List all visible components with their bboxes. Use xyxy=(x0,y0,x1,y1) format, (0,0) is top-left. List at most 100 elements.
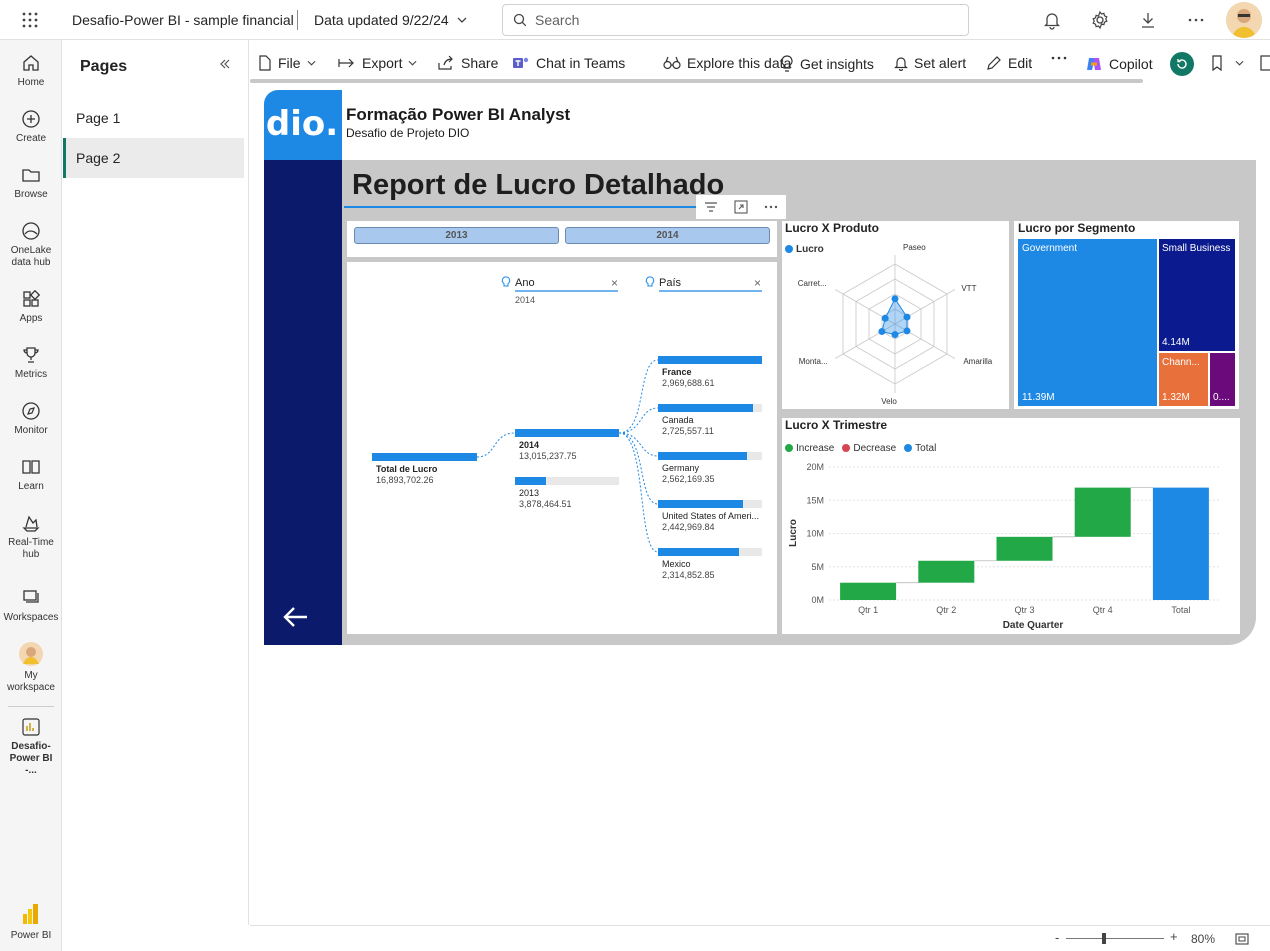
waterfall-bar[interactable] xyxy=(918,560,975,583)
waterfall-bar[interactable] xyxy=(1152,487,1209,600)
page-item-1[interactable]: Page 1 xyxy=(63,98,244,138)
view-toggle-icon[interactable] xyxy=(1260,55,1270,71)
pais-level-header[interactable]: País × xyxy=(645,276,762,292)
nav-learn[interactable]: Learn xyxy=(0,457,62,493)
radar-axis-label: Amarilla xyxy=(963,357,992,366)
waterfall-chart-card[interactable]: Lucro X Trimestre Increase Decrease Tota… xyxy=(782,418,1240,634)
waterfall-x-tick: Qtr 1 xyxy=(858,605,878,615)
ano-close-icon[interactable]: × xyxy=(611,276,618,290)
nav-browse[interactable]: Browse xyxy=(0,165,62,201)
brand-title: Formação Power BI Analyst xyxy=(346,105,571,124)
explore-data-button[interactable]: Explore this data xyxy=(663,55,791,71)
report-title[interactable]: Desafio-Power BI - sample financial xyxy=(72,12,294,28)
visual-more-icon[interactable] xyxy=(764,205,778,209)
country-label-germany: Germany xyxy=(662,463,700,473)
page-item-2[interactable]: Page 2 xyxy=(63,138,244,178)
bookmark-button[interactable] xyxy=(1211,55,1244,71)
settings-gear-icon[interactable] xyxy=(1090,10,1110,30)
nav-powerbi[interactable]: Power BI xyxy=(0,902,62,942)
toolbar-scrollbar[interactable] xyxy=(250,79,1143,83)
waterfall-x-tick: Total xyxy=(1171,605,1190,615)
radar-point[interactable] xyxy=(891,295,899,303)
treemap-card[interactable]: Lucro por Segmento Government 11.39M Sma… xyxy=(1014,221,1239,409)
share-button[interactable]: Share xyxy=(437,55,498,71)
ano-level-header[interactable]: Ano × 2014 xyxy=(501,276,618,305)
notifications-bell-icon[interactable] xyxy=(1042,10,1062,30)
nav-create[interactable]: Create xyxy=(0,109,62,145)
treemap-cell-channel[interactable]: Chann... 1.32M xyxy=(1159,353,1208,406)
radar-point[interactable] xyxy=(878,328,886,336)
chat-in-teams-button[interactable]: Chat in Teams xyxy=(512,55,625,71)
report-main-title: Report de Lucro Detalhado xyxy=(352,169,725,201)
search-input[interactable]: Search xyxy=(502,4,969,36)
set-alert-button[interactable]: Set alert xyxy=(894,55,966,71)
edit-button[interactable]: Edit xyxy=(986,55,1032,71)
get-insights-button[interactable]: Get insights xyxy=(780,55,874,73)
waterfall-bar[interactable] xyxy=(996,536,1053,561)
nav-realtime-hub[interactable]: Real-Time hub xyxy=(0,513,62,561)
waterfall-bar[interactable] xyxy=(840,582,897,600)
collapse-pane-icon[interactable] xyxy=(219,58,231,70)
nav-workspaces[interactable]: Workspaces xyxy=(0,588,62,624)
treemap-cell-government[interactable]: Government 11.39M xyxy=(1018,239,1157,406)
slicer-button-2014[interactable]: 2014 xyxy=(565,227,770,244)
data-updated-label: Data updated 9/22/24 xyxy=(314,12,449,28)
decomp-node-2013[interactable]: 2013 3,878,464.51 xyxy=(515,477,619,509)
decomp-node-germany[interactable]: Germany 2,562,169.35 xyxy=(658,452,762,484)
filter-icon[interactable] xyxy=(704,201,718,213)
refresh-button[interactable] xyxy=(1170,52,1194,76)
decomp-node-root[interactable]: Total de Lucro 16,893,702.26 xyxy=(372,453,477,485)
connector-2014-mexico xyxy=(618,432,659,553)
decomp-node-france[interactable]: France 2,969,688.61 xyxy=(658,356,762,388)
decomp-node-mexico[interactable]: Mexico 2,314,852.85 xyxy=(658,548,762,580)
file-icon xyxy=(259,55,271,71)
zoom-slider-thumb[interactable] xyxy=(1102,933,1106,944)
zoom-in-button[interactable]: + xyxy=(1170,929,1178,944)
zoom-out-button[interactable]: - xyxy=(1055,930,1059,945)
zoom-slider[interactable] xyxy=(1066,933,1164,944)
nav-metrics[interactable]: Metrics xyxy=(0,345,62,381)
focus-mode-icon[interactable] xyxy=(734,200,748,214)
download-icon[interactable] xyxy=(1138,10,1158,30)
radar-point[interactable] xyxy=(903,327,911,335)
nav-monitor[interactable]: Monitor xyxy=(0,401,62,437)
more-options-icon[interactable] xyxy=(1186,10,1206,30)
toolbar-more-button[interactable] xyxy=(1051,55,1067,61)
nav-home[interactable]: Home xyxy=(0,53,62,89)
radar-point[interactable] xyxy=(903,313,911,321)
nav-create-label: Create xyxy=(15,133,46,144)
back-arrow-icon[interactable] xyxy=(281,602,311,632)
decomp-node-2014[interactable]: 2014 13,015,237.75 xyxy=(515,429,619,461)
app-launcher-icon[interactable] xyxy=(21,11,39,29)
copilot-button[interactable]: Copilot xyxy=(1085,55,1153,73)
year-value-2013: 3,878,464.51 xyxy=(519,499,572,509)
pais-close-icon[interactable]: × xyxy=(754,276,761,290)
treemap-cell-other[interactable]: 0.... xyxy=(1210,353,1235,406)
waterfall-bar[interactable] xyxy=(1074,487,1131,537)
nav-my-workspace[interactable]: My workspace xyxy=(0,642,62,694)
dio-logo-text: dio. xyxy=(266,104,338,144)
radar-chart-card[interactable]: Lucro X Produto Lucro Paseo VTT Amarilla Ve… xyxy=(782,221,1009,409)
connector-2014-usa xyxy=(618,432,659,505)
file-menu-button[interactable]: File xyxy=(258,55,316,71)
nav-apps[interactable]: Apps xyxy=(0,289,62,325)
user-avatar[interactable] xyxy=(1226,2,1262,38)
copilot-icon xyxy=(1087,58,1101,70)
radar-point[interactable] xyxy=(891,331,899,339)
nav-current-report[interactable]: Desafio-Power BI -... xyxy=(0,717,62,777)
treemap-cell-small-business[interactable]: Small Business 4.14M xyxy=(1159,239,1235,351)
slicer-button-2013[interactable]: 2013 xyxy=(354,227,559,244)
data-updated-dropdown[interactable]: Data updated 9/22/24 xyxy=(314,12,467,28)
insights-label: Get insights xyxy=(800,56,874,72)
country-value-canada: 2,725,557.11 xyxy=(662,426,714,436)
side-navigation-band xyxy=(264,160,342,645)
country-bar-mexico xyxy=(658,548,739,556)
radar-point[interactable] xyxy=(881,314,889,322)
export-menu-button[interactable]: Export xyxy=(338,55,417,71)
decomp-node-usa[interactable]: United States of Ameri... 2,442,969.84 xyxy=(658,500,762,532)
fit-to-page-icon[interactable] xyxy=(1235,933,1249,945)
treemap-cell-label: Small Business xyxy=(1162,243,1231,254)
decomp-node-canada[interactable]: Canada 2,725,557.11 xyxy=(658,404,762,436)
pencil-icon xyxy=(987,56,1001,70)
nav-onelake[interactable]: OneLake data hub xyxy=(0,221,62,269)
